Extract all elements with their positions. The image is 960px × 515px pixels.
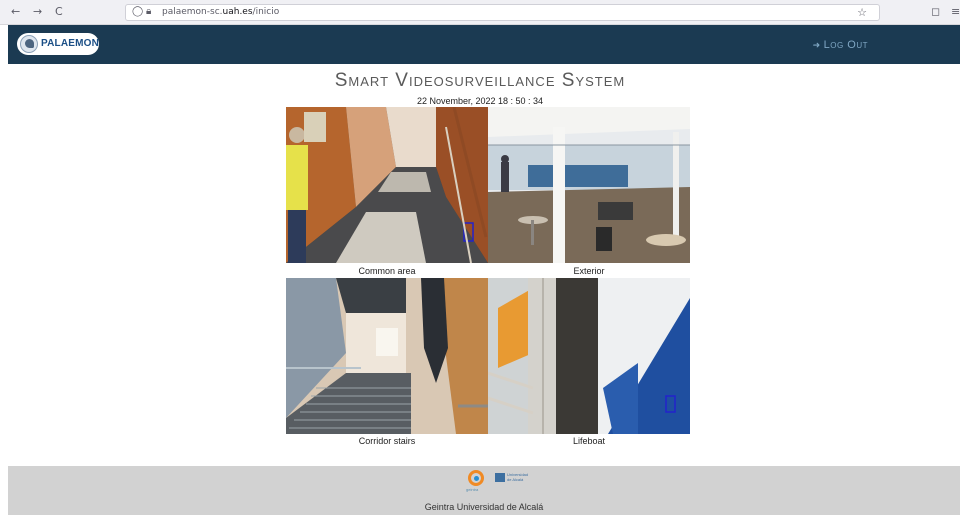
camera-image	[488, 278, 690, 434]
page-title: Smart Videosurveillance System	[334, 70, 626, 91]
browser-toolbar: ← → C ◯ 🔒︎ palaemon-sc.uah.es/inicio ☆ ◻…	[0, 0, 960, 25]
camera-label: Exterior	[573, 266, 605, 276]
camera-image	[286, 107, 488, 263]
uah-logo-icon[interactable]	[495, 473, 505, 482]
url-text[interactable]: palaemon-sc.uah.es/inicio	[162, 7, 279, 17]
footer: geintra Universidad de Alcalá Geintra Uni…	[8, 466, 960, 515]
reload-icon[interactable]: C	[55, 5, 63, 18]
logout-label: Log Out	[823, 39, 868, 51]
camera-feed-exterior[interactable]	[488, 107, 690, 263]
app-header: PALAEMON ➜ Log Out	[8, 25, 960, 64]
shrimp-icon	[20, 35, 38, 53]
footer-text: Geintra Universidad de Alcalá	[424, 502, 544, 512]
camera-feed-common-area[interactable]	[286, 107, 488, 263]
geintra-logo-icon[interactable]	[468, 470, 484, 486]
camera-label: Lifeboat	[572, 436, 606, 446]
camera-label: Common area	[358, 266, 416, 276]
bookmark-star-icon[interactable]: ☆	[857, 6, 867, 19]
camera-image	[488, 107, 690, 263]
uah-logo-caption: Universidad de Alcalá	[507, 472, 529, 482]
address-bar[interactable]: ◯ 🔒︎ palaemon-sc.uah.es/inicio ☆	[125, 4, 880, 21]
palaemon-logo[interactable]: PALAEMON	[17, 33, 99, 55]
logout-link[interactable]: ➜ Log Out	[813, 39, 868, 51]
camera-feed-corridor-stairs[interactable]	[286, 278, 488, 434]
geintra-logo-caption: geintra	[466, 487, 479, 492]
logo-text: PALAEMON	[41, 38, 100, 49]
camera-label: Corridor stairs	[358, 436, 416, 446]
camera-feed-lifeboat[interactable]	[488, 278, 690, 434]
menu-icon[interactable]: ≡	[951, 5, 960, 18]
page-info-icon[interactable]: ◯	[132, 6, 143, 17]
sign-out-icon: ➜	[812, 41, 821, 51]
current-datetime: 22 November, 2022 18 : 50 : 34	[416, 96, 544, 106]
camera-image	[286, 278, 488, 434]
back-icon[interactable]: ←	[11, 5, 20, 18]
lock-icon[interactable]: 🔒︎	[146, 6, 151, 17]
forward-icon[interactable]: →	[33, 5, 42, 18]
pocket-icon[interactable]: ◻	[931, 5, 940, 18]
